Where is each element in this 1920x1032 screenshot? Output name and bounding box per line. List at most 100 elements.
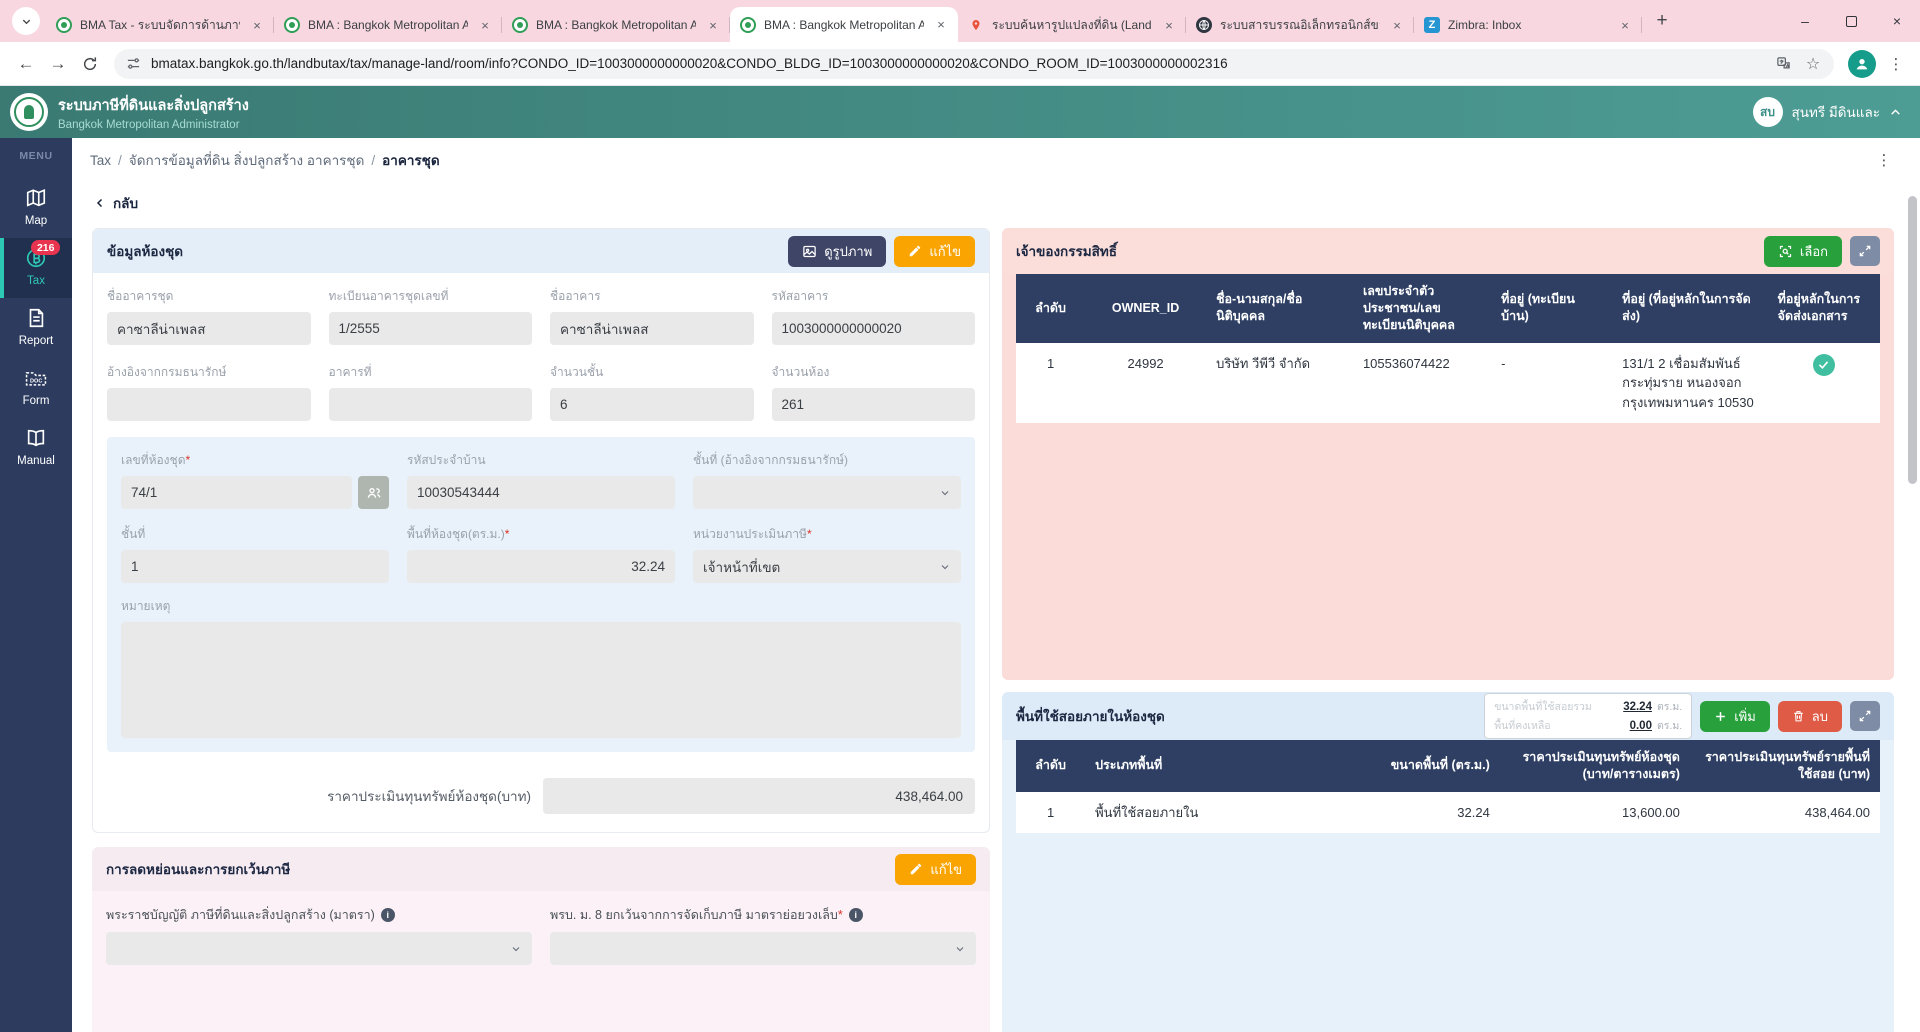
new-tab-button[interactable]: + xyxy=(1648,7,1676,35)
trash-icon xyxy=(1792,709,1805,723)
column-header: ขนาดพื้นที่ (ตร.ม.) xyxy=(1310,740,1500,792)
user-name: สุนทรี มีดินและ xyxy=(1792,101,1881,123)
sidebar-item-label: Map xyxy=(25,215,47,227)
field-label: เลขที่ห้องชุด* xyxy=(121,451,389,470)
building-code-input: 1003000000000020 xyxy=(772,312,976,345)
field-label: หน่วยงานประเมินภาษี* xyxy=(693,525,961,544)
back-link[interactable]: กลับ xyxy=(94,192,138,214)
field-label: ชั้นที่ (อ้างอิงจากกรมธนารักษ์) xyxy=(693,451,961,470)
chevron-down-icon xyxy=(510,943,522,955)
tab-close-icon[interactable]: × xyxy=(1616,16,1634,34)
pencil-icon xyxy=(908,244,922,258)
usage-area-card: พื้นที่ใช้สอยภายในห้องชุด ขนาดพื้นที่ใช้… xyxy=(1002,692,1894,1032)
tax-deduction-card: การลดหย่อนและการยกเว้นภาษี แก้ไข xyxy=(92,847,990,1032)
browser-tab[interactable]: BMA : Bangkok Metropolitan Ad × xyxy=(502,8,730,42)
app-subtitle: Bangkok Metropolitan Administrator xyxy=(58,119,249,131)
column-header: ที่อยู่หลักในการจัดส่งเอกสาร xyxy=(1768,274,1880,343)
room-count-input: 261 xyxy=(772,388,976,421)
browser-tab[interactable]: ระบบค้นหารูปแปลงที่ดิน (LandsMap × xyxy=(958,8,1186,42)
breadcrumb-item[interactable]: Tax xyxy=(90,153,111,168)
edit-deduction-button[interactable]: แก้ไข xyxy=(895,854,976,885)
bma-favicon xyxy=(740,17,756,33)
browser-tab[interactable]: ระบบสารบรรณอิเล็กทรอนิกส์ของกรุ × xyxy=(1186,8,1414,42)
translate-icon[interactable] xyxy=(1768,49,1798,79)
browser-tab[interactable]: BMA : Bangkok Metropolitan Ad × xyxy=(274,8,502,42)
usage-seq: 1 xyxy=(1016,792,1085,834)
tab-close-icon[interactable]: × xyxy=(704,16,722,34)
reload-button[interactable] xyxy=(74,48,106,80)
select-owner-button[interactable]: เลือก xyxy=(1764,236,1842,267)
owner-row: 1 24992 บริษัท วีพีวี จำกัด 105536074422… xyxy=(1016,343,1880,424)
tab-title: ระบบค้นหารูปแปลงที่ดิน (LandsMap xyxy=(992,16,1152,35)
back-button[interactable]: ← xyxy=(10,48,42,80)
column-header: ลำดับ xyxy=(1016,274,1085,343)
minimize-button[interactable]: – xyxy=(1782,0,1828,42)
bma-favicon xyxy=(512,17,528,33)
owner-id: 24992 xyxy=(1085,343,1206,424)
browser-profile-avatar[interactable] xyxy=(1848,50,1876,78)
browser-tab[interactable]: Z Zimbra: Inbox × xyxy=(1414,8,1642,42)
page-menu-button[interactable]: ⋮ xyxy=(1870,146,1898,174)
tab-title: BMA : Bangkok Metropolitan Ad xyxy=(308,18,468,32)
maximize-button[interactable] xyxy=(1828,0,1874,42)
window-controls: – × xyxy=(1782,0,1920,42)
browser-tab-active[interactable]: BMA : Bangkok Metropolitan Ad × xyxy=(730,7,958,42)
field-label: รหัสอาคาร xyxy=(772,287,976,306)
sidebar-item-form[interactable]: DOC Form xyxy=(0,358,72,418)
browser-navbar: ← → bmatax.bangkok.go.th/landbutax/tax/m… xyxy=(0,42,1920,86)
browser-menu-button[interactable]: ⋮ xyxy=(1882,50,1910,78)
field-label: อาคารที่ xyxy=(329,363,533,382)
floor-treasury-select[interactable] xyxy=(693,476,961,509)
close-window-button[interactable]: × xyxy=(1874,0,1920,42)
reload-icon xyxy=(82,56,98,72)
sidebar-item-tax[interactable]: 216 Tax xyxy=(0,238,72,298)
page-scrollbar-thumb[interactable] xyxy=(1908,196,1917,484)
field-label: จำนวนห้อง xyxy=(772,363,976,382)
primary-mailing-check-icon[interactable] xyxy=(1813,354,1835,376)
tab-close-icon[interactable]: × xyxy=(932,16,950,34)
globe-favicon xyxy=(1196,17,1212,33)
remaining-area-value: 0.00 xyxy=(1630,720,1652,732)
act-select[interactable] xyxy=(106,932,532,965)
tab-search-button[interactable] xyxy=(12,7,40,35)
exempt-select[interactable] xyxy=(550,932,976,965)
chevron-down-icon xyxy=(939,487,951,499)
edit-room-button[interactable]: แก้ไข xyxy=(894,236,975,267)
usage-total-price: 438,464.00 xyxy=(1690,792,1880,834)
delete-usage-area-button[interactable]: ลบ xyxy=(1778,701,1842,732)
usage-area-table: ลำดับ ประเภทพื้นที่ ขนาดพื้นที่ (ตร.ม.) … xyxy=(1016,740,1880,833)
room-info-card: ข้อมูลห้องชุด ดูรูปภาพ แก้ไข xyxy=(92,228,990,833)
people-icon xyxy=(366,485,382,501)
info-icon[interactable]: i xyxy=(849,908,863,922)
usage-card-filler xyxy=(1002,833,1894,1032)
user-menu[interactable]: สบ สุนทรี มีดินและ xyxy=(1753,97,1903,127)
info-icon[interactable]: i xyxy=(381,908,395,922)
breadcrumb-item[interactable]: จัดการข้อมูลที่ดิน สิ่งปลูกสร้าง อาคารชุ… xyxy=(129,149,365,171)
sidebar-item-map[interactable]: Map xyxy=(0,178,72,238)
sidebar-item-report[interactable]: Report xyxy=(0,298,72,358)
tab-close-icon[interactable]: × xyxy=(476,16,494,34)
tab-close-icon[interactable]: × xyxy=(1388,16,1406,34)
address-bar[interactable]: bmatax.bangkok.go.th/landbutax/tax/manag… xyxy=(114,49,1834,79)
forward-button[interactable]: → xyxy=(42,48,74,80)
field-label: หมายเหตุ xyxy=(121,597,961,616)
tab-close-icon[interactable]: × xyxy=(248,16,266,34)
browser-tab[interactable]: BMA Tax - ระบบจัดการด้านภาษีท้อ × xyxy=(46,8,274,42)
sidebar-item-manual[interactable]: Manual xyxy=(0,418,72,478)
room-detail-panel: เลขที่ห้องชุด* 74/1 รหัสประจ xyxy=(107,437,975,752)
assess-unit-select[interactable]: เจ้าหน้าที่เขต xyxy=(693,550,961,583)
tab-close-icon[interactable]: × xyxy=(1160,16,1178,34)
chevron-down-icon xyxy=(954,943,966,955)
expand-usage-button[interactable] xyxy=(1850,701,1880,731)
view-image-button[interactable]: ดูรูปภาพ xyxy=(788,236,886,267)
site-info-icon[interactable] xyxy=(126,56,141,71)
building-no-input xyxy=(329,388,533,421)
plus-icon xyxy=(1714,710,1727,723)
owner-lookup-button[interactable] xyxy=(358,476,389,509)
doc-form-icon: DOC xyxy=(24,367,48,389)
chevron-down-icon xyxy=(939,561,951,573)
expand-owners-button[interactable] xyxy=(1850,236,1880,266)
bookmark-star-icon[interactable]: ☆ xyxy=(1798,49,1828,79)
add-usage-area-button[interactable]: เพิ่ม xyxy=(1700,701,1770,732)
owner-name: บริษัท วีพีวี จำกัด xyxy=(1206,343,1353,424)
